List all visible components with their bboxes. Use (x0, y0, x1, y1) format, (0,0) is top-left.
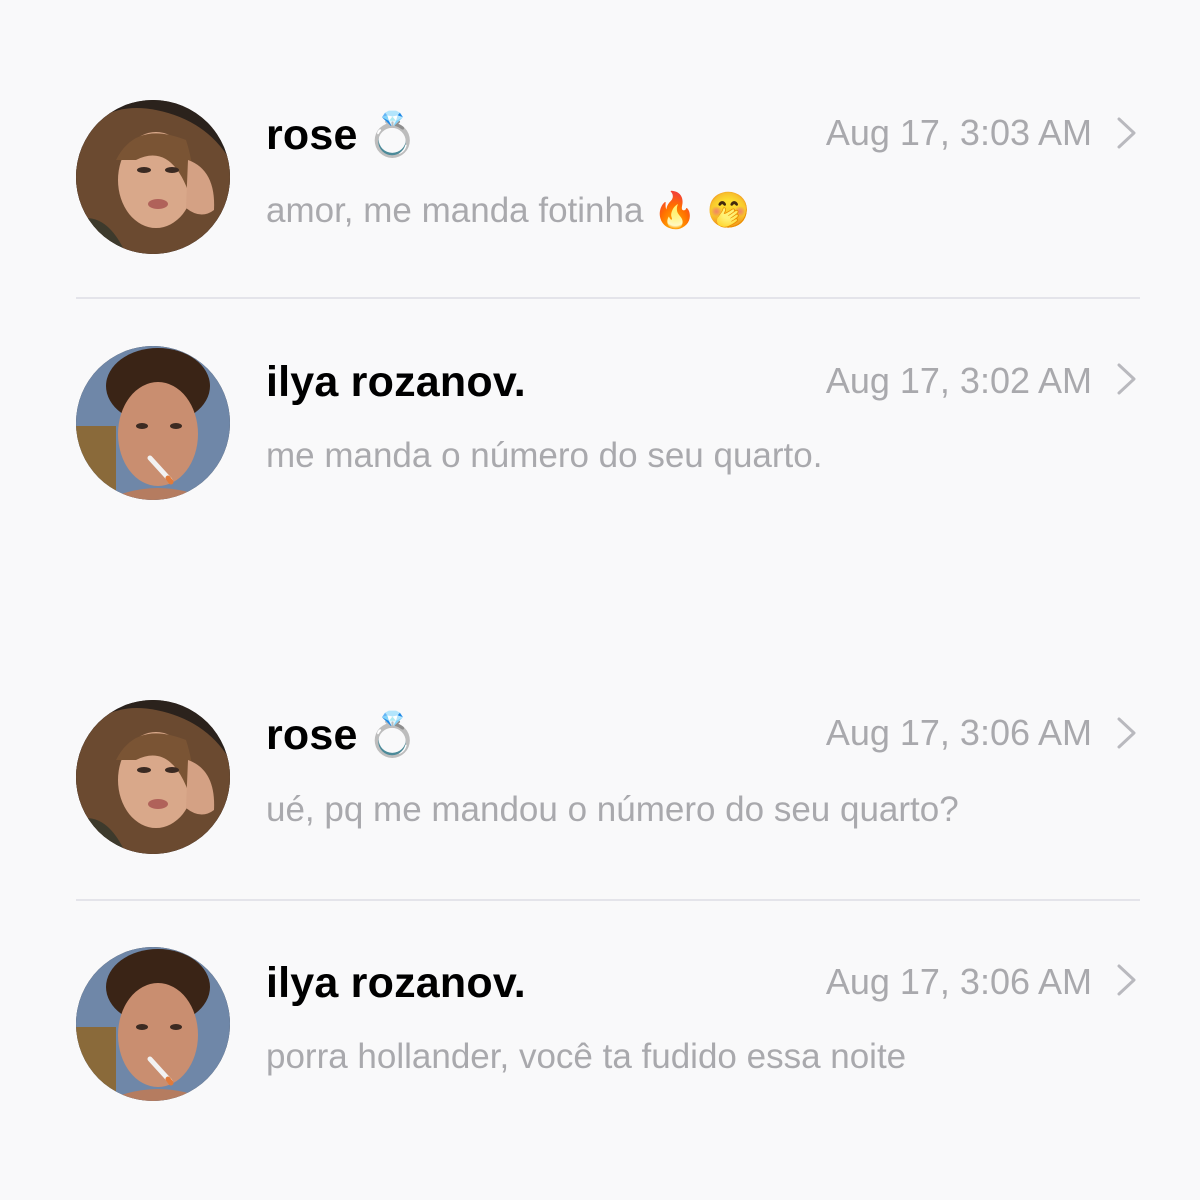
timestamp: Aug 17, 3:02 AM (825, 360, 1092, 401)
avatar (76, 346, 230, 500)
avatar (76, 947, 230, 1101)
contact-name: rose 💍 (266, 711, 420, 759)
conversation-row[interactable]: rose 💍 Aug 17, 3:06 AM ué, pq me mandou o… (0, 700, 1200, 860)
contact-name: rose 💍 (266, 111, 420, 159)
divider (76, 899, 1140, 901)
message-preview: amor, me manda fotinha 🔥 🤭 (266, 191, 751, 230)
chevron-right-icon[interactable] (1114, 716, 1138, 750)
contact-name: ilya rozanov. (266, 358, 526, 406)
conversation-row[interactable]: rose 💍 Aug 17, 3:03 AM amor, me manda fot… (0, 100, 1200, 260)
chevron-right-icon[interactable] (1114, 362, 1138, 396)
message-preview: porra hollander, você ta fudido essa noi… (266, 1037, 907, 1076)
chevron-right-icon[interactable] (1114, 963, 1138, 997)
contact-name: ilya rozanov. (266, 959, 526, 1007)
avatar (76, 100, 230, 254)
timestamp: Aug 17, 3:03 AM (825, 112, 1092, 153)
avatar (76, 700, 230, 854)
message-preview: ué, pq me mandou o número do seu quarto? (266, 790, 959, 829)
ring-emoji: 💍 (365, 111, 420, 159)
timestamp: Aug 17, 3:06 AM (825, 961, 1092, 1002)
conversation-row[interactable]: ilya rozanov. Aug 17, 3:02 AM me manda o… (0, 346, 1200, 506)
timestamp: Aug 17, 3:06 AM (825, 712, 1092, 753)
ring-emoji: 💍 (365, 711, 420, 759)
message-preview: me manda o número do seu quarto. (266, 436, 823, 475)
conversation-row[interactable]: ilya rozanov. Aug 17, 3:06 AM porra holl… (0, 947, 1200, 1107)
chevron-right-icon[interactable] (1114, 116, 1138, 150)
divider (76, 297, 1140, 299)
